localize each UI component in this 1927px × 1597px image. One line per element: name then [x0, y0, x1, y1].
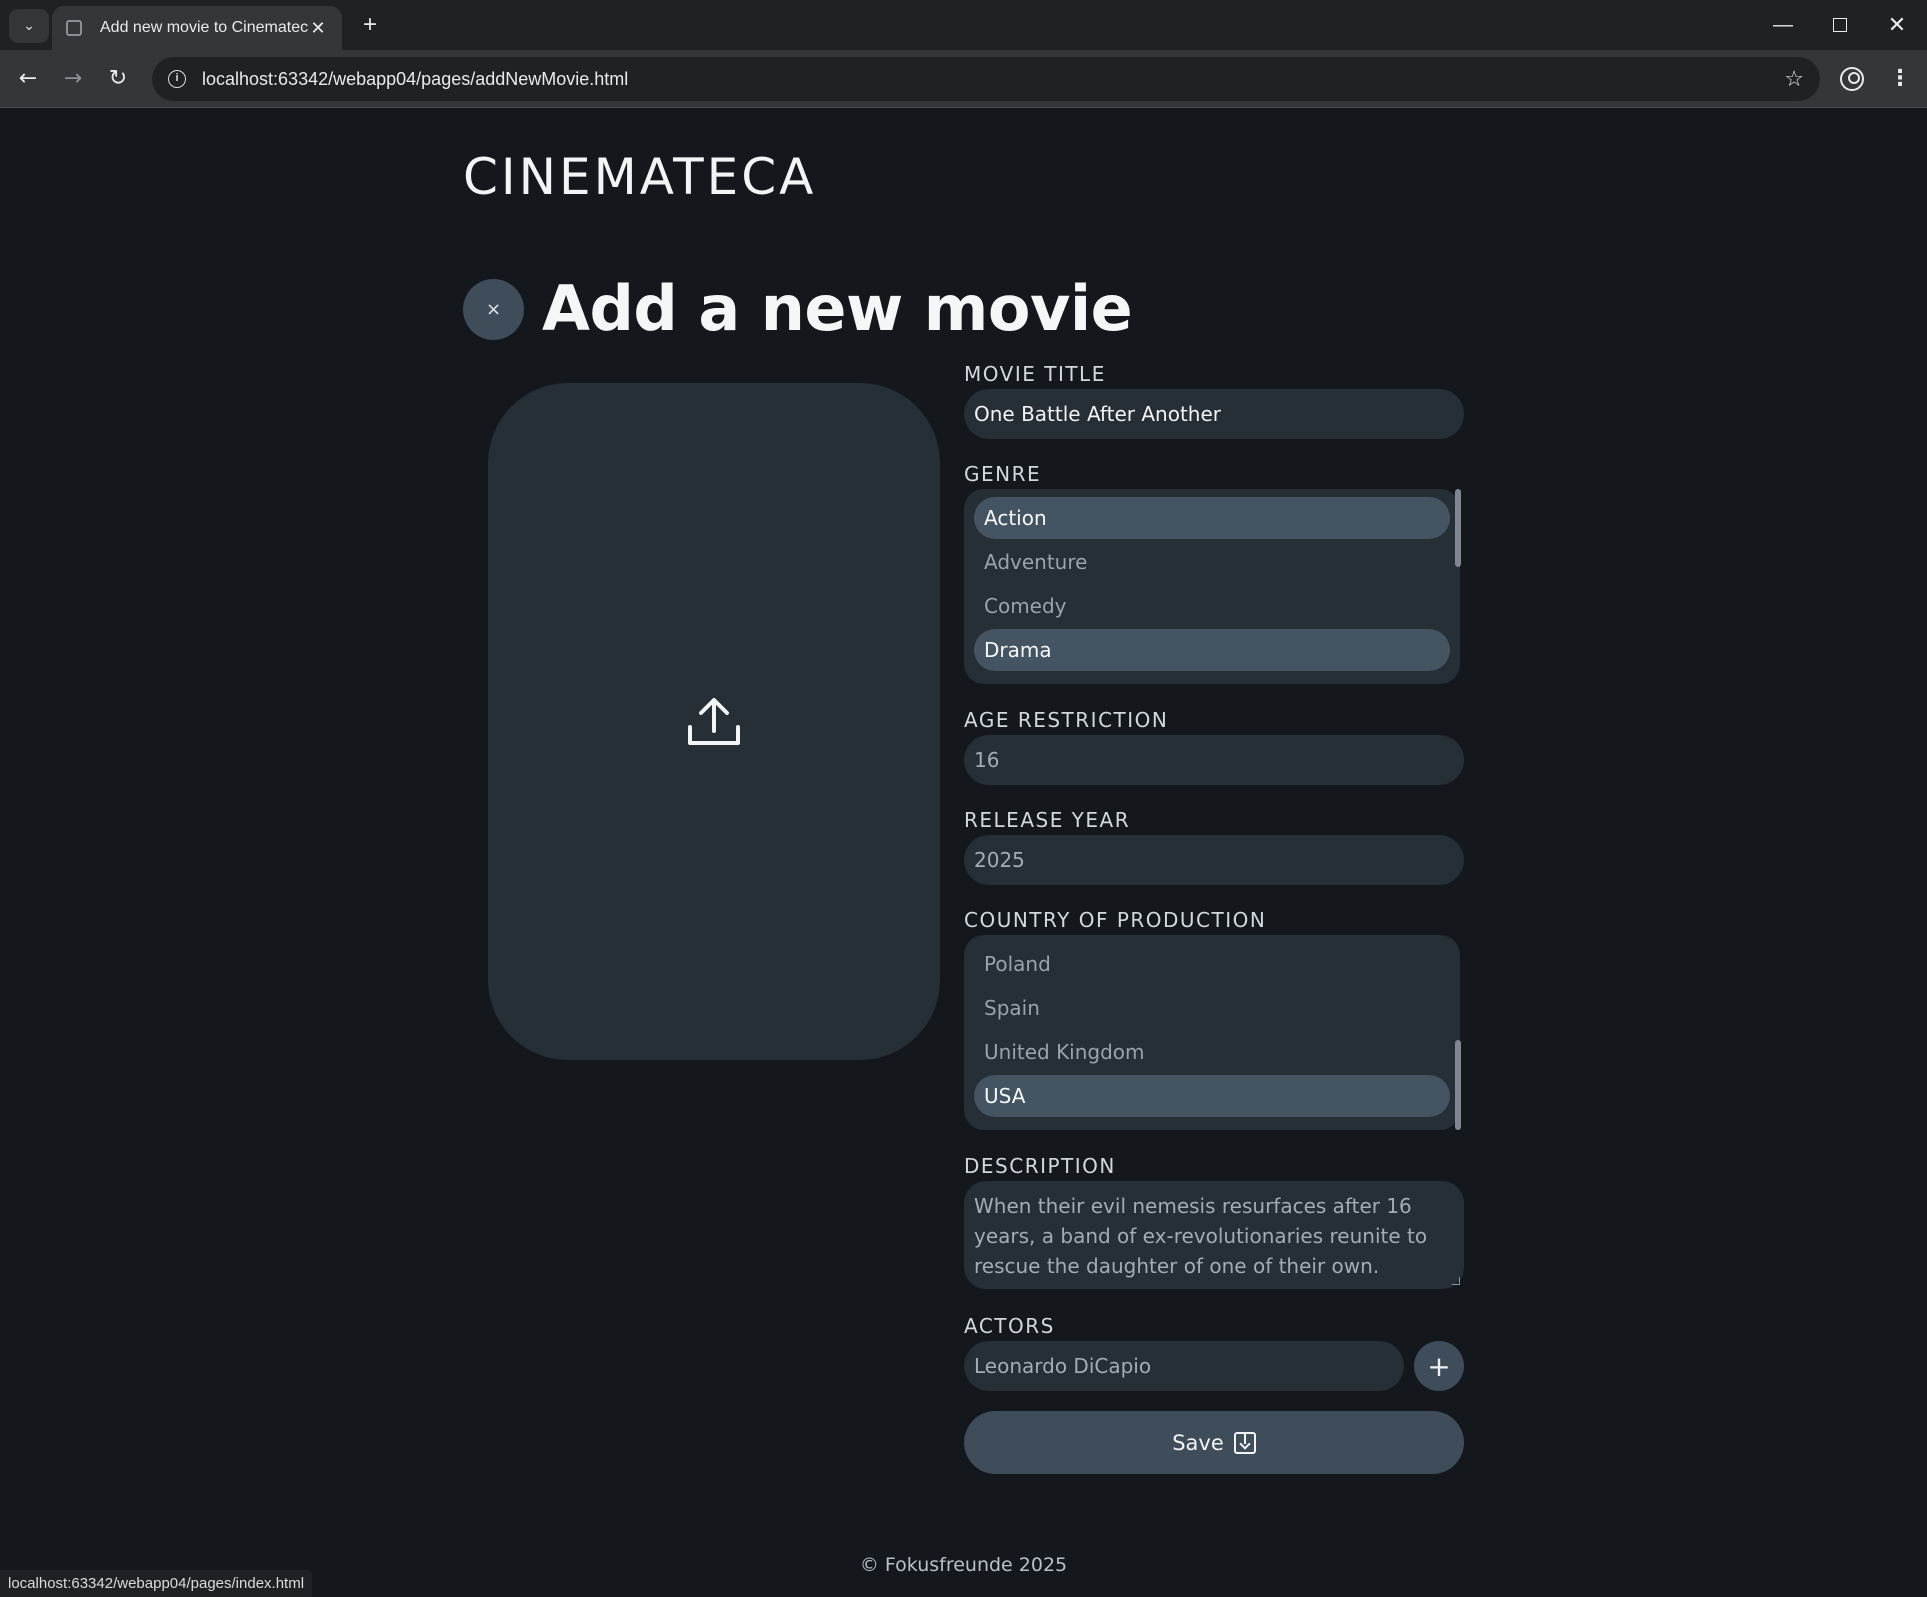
address-bar[interactable]: i localhost:63342/webapp04/pages/addNewM… — [152, 57, 1820, 101]
actors-label: ACTORS — [964, 1314, 1055, 1338]
reload-icon: ↻ — [108, 66, 128, 91]
genre-scrollbar[interactable] — [1455, 489, 1461, 567]
description-textarea[interactable]: When their evil nemesis resurfaces after… — [964, 1181, 1464, 1289]
resize-grip-icon[interactable] — [1452, 1277, 1460, 1285]
add-actor-button[interactable]: + — [1414, 1341, 1464, 1391]
poster-upload-area[interactable] — [488, 383, 940, 1060]
genre-option-adventure[interactable]: Adventure — [974, 541, 1450, 583]
minimize-icon: — — [1773, 13, 1793, 36]
country-option-spain[interactable]: Spain — [974, 987, 1450, 1029]
browser-toolbar: ← → ↻ i localhost:63342/webapp04/pages/a… — [0, 50, 1927, 108]
country-scrollbar[interactable] — [1455, 1040, 1461, 1130]
actor-input[interactable]: Leonardo DiCapio — [964, 1341, 1404, 1391]
window-minimize-button[interactable]: — — [1755, 0, 1811, 50]
tab-title: Add new movie to Cinemateca — [100, 19, 308, 36]
arrow-left-icon: ← — [18, 66, 38, 91]
profile-icon[interactable] — [1840, 67, 1864, 91]
close-icon: × — [485, 299, 502, 320]
country-select[interactable]: Poland Spain United Kingdom USA — [964, 935, 1461, 1130]
tab-search-button[interactable]: ⌄ — [9, 9, 49, 43]
back-button[interactable]: ← — [11, 62, 45, 96]
maximize-icon — [1833, 18, 1847, 32]
genre-select[interactable]: Action Adventure Comedy Drama — [964, 489, 1461, 684]
country-option-usa[interactable]: USA — [974, 1075, 1450, 1117]
site-info-icon[interactable]: i — [168, 70, 186, 88]
tab-close-icon[interactable]: ✕ — [308, 18, 328, 39]
browser-tab-active[interactable]: Add new movie to Cinemateca ✕ — [52, 6, 342, 50]
chevron-down-icon: ⌄ — [23, 18, 35, 34]
release-year-label: RELEASE YEAR — [964, 808, 1131, 832]
page-title: Add a new movie — [542, 272, 1133, 345]
new-tab-button[interactable]: + — [355, 10, 385, 40]
browser-menu-icon[interactable]: ⋮ — [1888, 62, 1912, 96]
forward-button[interactable]: → — [56, 62, 90, 96]
country-option-poland[interactable]: Poland — [974, 943, 1450, 985]
genre-label: GENRE — [964, 462, 1042, 486]
url-text[interactable]: localhost:63342/webapp04/pages/addNewMov… — [202, 69, 1784, 90]
site-logo[interactable]: CINEMATECA — [463, 148, 816, 206]
status-bar-url: localhost:63342/webapp04/pages/index.htm… — [0, 1570, 313, 1597]
save-icon — [1233, 1431, 1256, 1454]
genre-option-action[interactable]: Action — [974, 497, 1450, 539]
genre-option-drama[interactable]: Drama — [974, 629, 1450, 671]
movie-title-input[interactable]: One Battle After Another — [964, 389, 1464, 439]
description-text: When their evil nemesis resurfaces after… — [974, 1194, 1428, 1278]
arrow-right-icon: → — [63, 66, 83, 91]
upload-icon — [688, 697, 740, 745]
country-option-united-kingdom[interactable]: United Kingdom — [974, 1031, 1450, 1073]
bookmark-star-icon[interactable]: ☆ — [1784, 67, 1804, 92]
reload-button[interactable]: ↻ — [101, 62, 135, 96]
window-maximize-button[interactable] — [1812, 0, 1868, 50]
close-form-button[interactable]: × — [463, 279, 524, 340]
release-year-input[interactable]: 2025 — [964, 835, 1464, 885]
save-button-label: Save — [1172, 1430, 1224, 1455]
page-favicon-icon — [66, 20, 82, 36]
window-close-button[interactable]: ✕ — [1869, 0, 1925, 50]
close-icon: ✕ — [1887, 12, 1907, 37]
movie-title-label: MOVIE TITLE — [964, 362, 1106, 386]
age-restriction-label: AGE RESTRICTION — [964, 708, 1169, 732]
genre-option-comedy[interactable]: Comedy — [974, 585, 1450, 627]
save-button[interactable]: Save — [964, 1411, 1464, 1474]
plus-icon: + — [1427, 1349, 1451, 1383]
browser-tab-strip: ⌄ Add new movie to Cinemateca ✕ + — ✕ — [0, 0, 1927, 50]
age-restriction-input[interactable]: 16 — [964, 735, 1464, 785]
country-label: COUNTRY OF PRODUCTION — [964, 908, 1267, 932]
description-label: DESCRIPTION — [964, 1154, 1116, 1178]
